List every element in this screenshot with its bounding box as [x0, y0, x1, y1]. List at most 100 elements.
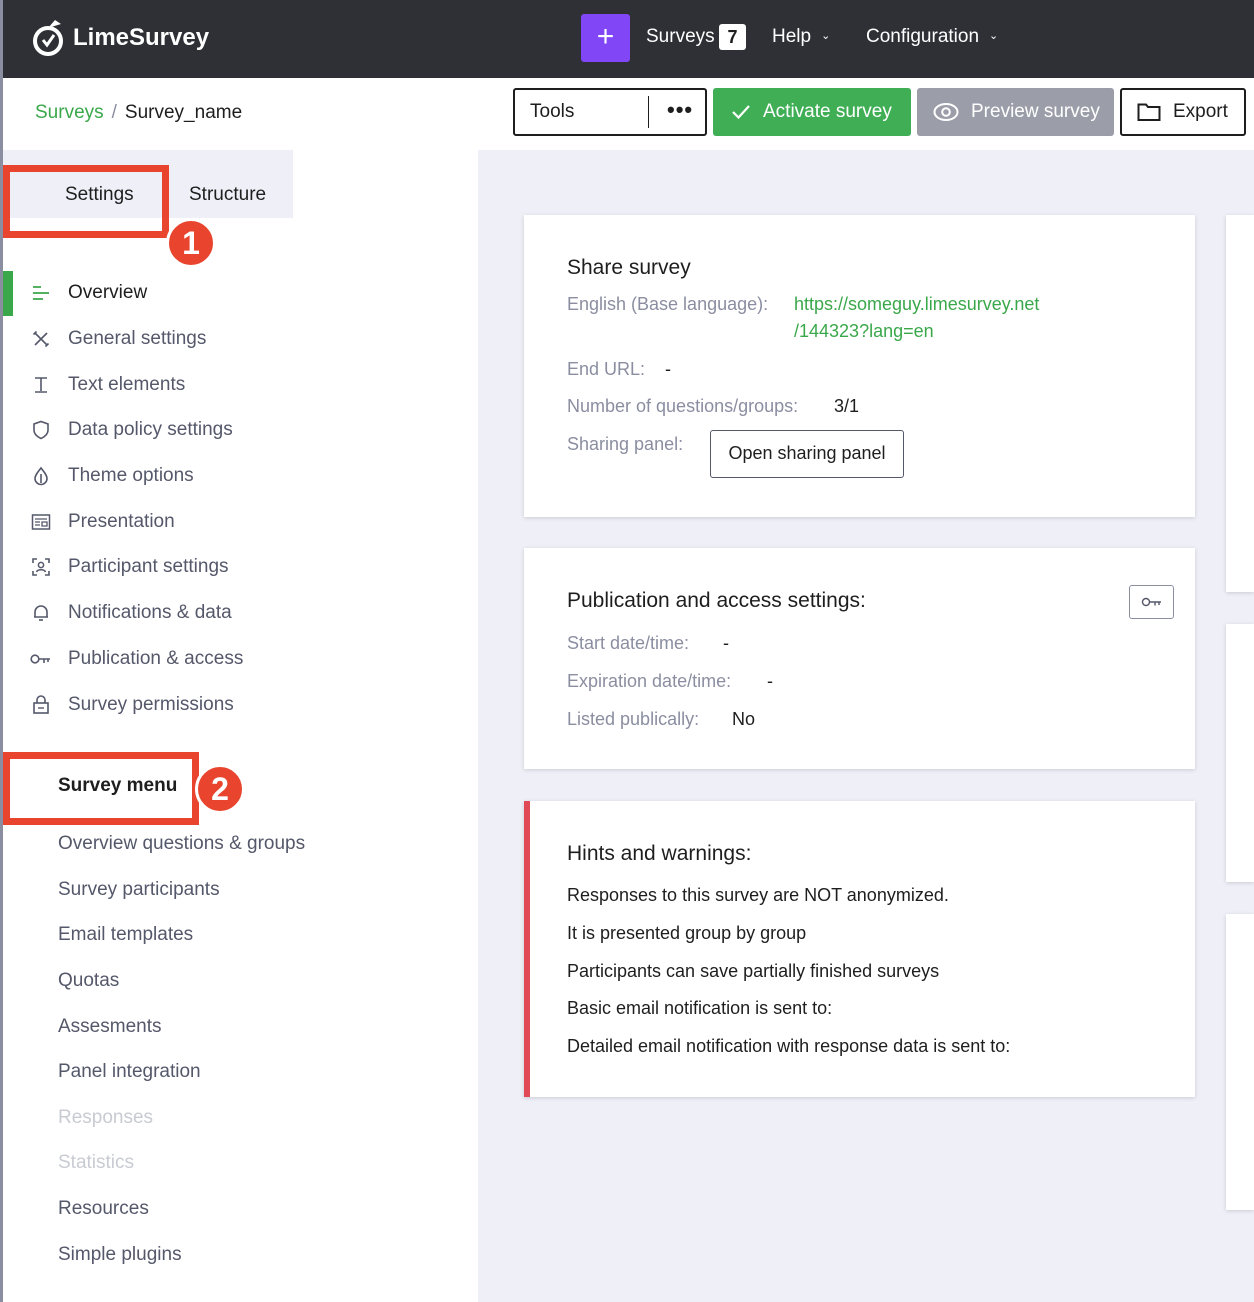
start-date-value: -	[723, 633, 729, 653]
listed-publicly-value: No	[732, 709, 756, 729]
breadcrumb-bar: Surveys / Survey_name Tools ••• Activate s…	[0, 78, 1254, 150]
create-survey-button[interactable]: +	[581, 14, 630, 62]
end-url-value: -	[665, 359, 671, 379]
limesurvey-logo[interactable]: LimeSurvey	[31, 18, 209, 58]
eye-icon	[933, 103, 959, 121]
activate-survey-label: Activate survey	[763, 101, 892, 122]
right-card-partial	[1226, 624, 1254, 882]
survey-menu-item-email-templates[interactable]: Email templates	[58, 924, 193, 946]
survey-menu-item-simple-plugins[interactable]: Simple plugins	[58, 1244, 182, 1266]
hints-title: Hints and warnings:	[567, 842, 752, 865]
survey-menu-item-statistics: Statistics	[58, 1152, 135, 1173]
nav-configuration[interactable]: Configuration ⌄	[866, 26, 998, 48]
list-icon	[30, 282, 52, 304]
sharing-panel-label: Sharing panel:	[567, 434, 684, 454]
export-button[interactable]: Export	[1120, 88, 1246, 136]
nav-help-label: Help	[772, 26, 812, 47]
annotation-badge-1: 1	[166, 218, 216, 268]
highlight-box-survey-menu	[3, 752, 199, 825]
sidebar-item-data-policy[interactable]: Data policy settings	[30, 418, 233, 442]
end-url-label: End URL:	[567, 359, 646, 379]
share-survey-card: Share survey English (Base language): ht…	[524, 215, 1195, 517]
sidebar-item-publication-access[interactable]: Publication & access	[30, 647, 243, 671]
sidebar-item-participant-settings[interactable]: Participant settings	[30, 555, 229, 579]
survey-menu-item-quotas[interactable]: Quotas	[58, 970, 119, 992]
hint-line: Detailed email notification with respons…	[567, 1036, 1011, 1056]
shield-icon	[30, 419, 52, 441]
highlight-box-settings	[3, 165, 169, 238]
tools-divider	[648, 96, 649, 128]
sidebar-item-theme-options[interactable]: Theme options	[30, 464, 194, 488]
publication-title: Publication and access settings:	[567, 589, 866, 612]
hint-line: It is presented group by group	[567, 923, 807, 943]
survey-url-line2: /144323?lang=en	[794, 321, 934, 341]
breadcrumb-separator: /	[111, 102, 117, 123]
sidebar-item-label: Text elements	[68, 374, 186, 395]
breadcrumb-surveys-link[interactable]: Surveys	[35, 102, 104, 123]
expiration-date-value: -	[767, 671, 773, 691]
survey-menu-item-overview-questions[interactable]: Overview questions & groups	[58, 833, 305, 855]
sidebar-item-text-elements[interactable]: Text elements	[30, 373, 185, 397]
right-card-partial	[1226, 914, 1254, 1210]
annotation-badge-2: 2	[195, 764, 245, 814]
expiration-date-label: Expiration date/time:	[567, 671, 732, 691]
sidebar-item-label: Overview	[68, 282, 148, 303]
surveys-count-badge: 7	[719, 24, 746, 50]
start-date-label: Start date/time:	[567, 633, 690, 653]
survey-menu-item-responses: Responses	[58, 1107, 154, 1128]
preview-survey-label: Preview survey	[971, 101, 1100, 122]
sidebar-item-label: Theme options	[68, 465, 194, 486]
open-sharing-panel-button[interactable]: Open sharing panel	[710, 430, 904, 478]
sidebar-item-label: Publication & access	[68, 648, 244, 669]
question-count-label: Number of questions/groups:	[567, 396, 799, 416]
key-icon	[1141, 597, 1161, 607]
right-card-partial	[1226, 215, 1254, 592]
nav-surveys[interactable]: Surveys	[646, 26, 715, 48]
listed-publicly-label: Listed publically:	[567, 709, 700, 729]
breadcrumb-current: Survey_name	[124, 102, 243, 123]
survey-menu-item-panel-integration[interactable]: Panel integration	[58, 1061, 201, 1083]
sidebar-item-notifications[interactable]: Notifications & data	[30, 601, 232, 625]
hints-warnings-card: Hints and warnings: Responses to this su…	[524, 801, 1195, 1097]
survey-url-link[interactable]: https://someguy.limesurvey.net /144323?l…	[794, 291, 1039, 345]
tab-structure[interactable]: Structure	[189, 184, 266, 206]
publication-access-card: Publication and access settings: Start d…	[524, 548, 1195, 769]
sidebar-item-survey-permissions[interactable]: Survey permissions	[30, 693, 234, 717]
breadcrumb: Surveys / Survey_name	[35, 102, 242, 124]
survey-url-line1: https://someguy.limesurvey.net	[794, 294, 1040, 314]
key-icon	[30, 648, 52, 670]
export-label: Export	[1173, 101, 1228, 122]
nav-configuration-label: Configuration	[866, 26, 980, 47]
sidebar-item-label: General settings	[68, 328, 207, 349]
more-icon[interactable]: •••	[667, 97, 693, 123]
hint-line: Participants can save partially finished…	[567, 961, 940, 981]
chevron-down-icon: ⌄	[821, 30, 831, 42]
survey-menu-item-resources[interactable]: Resources	[58, 1198, 149, 1220]
share-survey-title: Share survey	[567, 256, 691, 279]
sidebar-item-label: Participant settings	[68, 556, 229, 577]
sidebar-item-general-settings[interactable]: General settings	[30, 327, 206, 351]
hint-line: Basic email notification is sent to:	[567, 998, 833, 1018]
sidebar-item-presentation[interactable]: Presentation	[30, 510, 175, 534]
drop-icon	[30, 465, 52, 487]
tools-dropdown-button[interactable]: Tools •••	[513, 88, 707, 136]
survey-menu-item-assesments[interactable]: Assesments	[58, 1016, 161, 1038]
survey-menu-item-participants[interactable]: Survey participants	[58, 879, 220, 901]
top-navbar: LimeSurvey + Surveys 7 Help ⌄ Configurati…	[0, 0, 1254, 78]
chevron-down-icon: ⌄	[989, 30, 999, 42]
sidebar-item-label: Data policy settings	[68, 419, 233, 440]
base-language-label: English (Base language):	[567, 294, 769, 314]
presentation-icon	[30, 511, 52, 533]
active-indicator	[3, 271, 13, 316]
sidebar	[0, 150, 478, 1302]
sidebar-item-label: Presentation	[68, 511, 175, 532]
preview-survey-button[interactable]: Preview survey	[917, 88, 1114, 136]
activate-survey-button[interactable]: Activate survey	[713, 88, 911, 136]
tools-icon	[30, 328, 52, 350]
question-count-value: 3/1	[834, 396, 860, 416]
folder-icon	[1137, 103, 1161, 121]
nav-help[interactable]: Help ⌄	[772, 26, 830, 48]
sidebar-item-label: Notifications & data	[68, 602, 232, 623]
sidebar-item-overview[interactable]: Overview	[30, 281, 147, 305]
access-settings-button[interactable]	[1129, 585, 1174, 619]
